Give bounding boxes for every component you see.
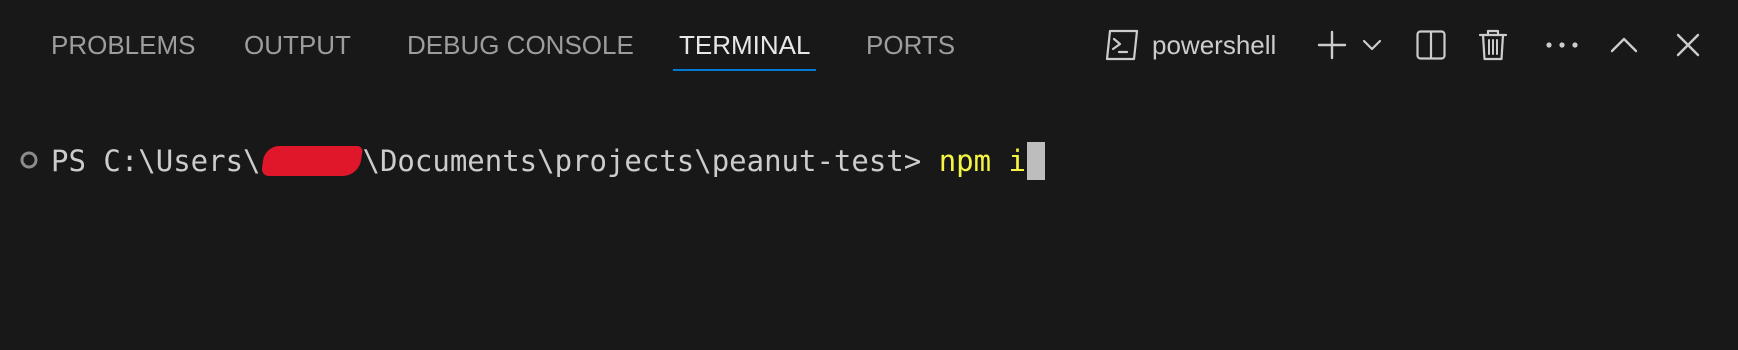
more-actions-button[interactable] [1538, 22, 1586, 68]
kill-terminal-button[interactable] [1471, 22, 1515, 68]
launch-profile-button[interactable] [1357, 22, 1387, 68]
command-decoration-icon[interactable] [19, 150, 39, 170]
prompt-path-prefix: PS C:\Users\ [51, 144, 261, 178]
terminal-selector[interactable]: powershell [1104, 22, 1294, 68]
terminal-panel: PROBLEMS OUTPUT DEBUG CONSOLE TERMINAL P… [0, 0, 1738, 350]
tab-ports[interactable]: PORTS [866, 0, 955, 90]
ellipsis-icon [1545, 41, 1579, 49]
prompt-line: PS C:\Users\ \Documents\projects\peanut-t… [51, 140, 1045, 182]
trash-icon [1478, 28, 1508, 62]
plus-icon [1316, 29, 1348, 61]
maximize-panel-button[interactable] [1602, 22, 1646, 68]
terminal-name: powershell [1152, 29, 1277, 60]
terminal-icon [1104, 29, 1140, 61]
tab-terminal[interactable]: TERMINAL [672, 0, 817, 90]
close-icon [1675, 32, 1701, 58]
close-panel-button[interactable] [1666, 22, 1710, 68]
tab-problems[interactable]: PROBLEMS [51, 0, 196, 90]
split-terminal-button[interactable] [1409, 22, 1453, 68]
typed-command: npm i [938, 144, 1026, 178]
terminal-output[interactable]: PS C:\Users\ \Documents\projects\peanut-t… [0, 90, 1738, 350]
tab-output[interactable]: OUTPUT [244, 0, 351, 90]
new-terminal-button[interactable] [1310, 22, 1354, 68]
prompt-path-suffix: \Documents\projects\peanut-test> [362, 144, 939, 178]
text-cursor [1027, 142, 1045, 180]
split-icon [1415, 29, 1447, 61]
redacted-username [260, 146, 363, 176]
chevron-down-icon [1362, 38, 1382, 52]
tab-debug-console[interactable]: DEBUG CONSOLE [407, 0, 634, 90]
chevron-up-icon [1609, 36, 1639, 54]
